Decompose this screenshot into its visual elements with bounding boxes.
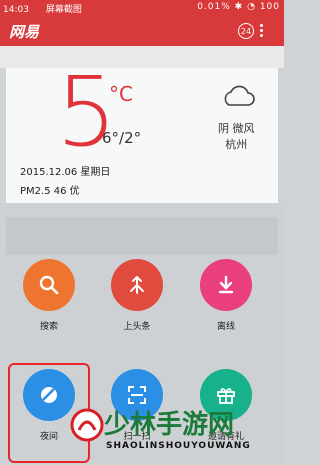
search-icon bbox=[39, 275, 59, 295]
gift-icon bbox=[217, 388, 235, 404]
battery-level: 100 bbox=[259, 2, 280, 12]
search-button[interactable]: 搜索 bbox=[19, 259, 79, 332]
app-logo: 网易 bbox=[9, 23, 40, 41]
tab-strip bbox=[0, 46, 284, 68]
watermark-logo-icon bbox=[70, 408, 104, 442]
merge-arrow-icon bbox=[130, 276, 144, 294]
app-header: 网易 24 bbox=[0, 16, 284, 46]
notification-badge[interactable]: 24 bbox=[238, 23, 254, 39]
temperature-range: 6°/2° bbox=[102, 129, 142, 147]
more-menu-icon[interactable] bbox=[258, 22, 264, 40]
weather-condition: 阴 微风 bbox=[218, 122, 255, 135]
scan-icon bbox=[128, 386, 146, 404]
wifi-icon: ◔ bbox=[247, 2, 256, 12]
screenshot-notice: 屏幕截图 bbox=[45, 5, 82, 15]
weather-card[interactable]: 5 °C 6°/2° 阴 微风 杭州 2015.12.06 星期日 PM2.5 … bbox=[6, 64, 278, 203]
weather-info: 阴 微风 杭州 bbox=[218, 121, 255, 153]
background-banner bbox=[6, 217, 278, 255]
weather-city: 杭州 bbox=[225, 138, 248, 151]
watermark-subtitle: SHAOLINSHOUYOUWANG bbox=[106, 441, 251, 451]
temperature-unit: °C bbox=[109, 82, 133, 106]
cloud-icon bbox=[224, 85, 255, 106]
air-quality: PM2.5 46 优 bbox=[20, 186, 80, 197]
download-icon bbox=[218, 275, 234, 294]
offline-button[interactable]: 离线 bbox=[196, 259, 256, 332]
headline-label: 上头条 bbox=[123, 322, 151, 332]
clock: 14:03 bbox=[3, 5, 29, 15]
search-label: 搜索 bbox=[39, 322, 58, 332]
data-speed: 0.01% bbox=[197, 2, 231, 12]
status-bar: 14:03 屏幕截图 0.01% ✱ ◔ 100 bbox=[0, 0, 284, 16]
headline-button[interactable]: 上头条 bbox=[107, 259, 167, 332]
weather-date: 2015.12.06 星期日 bbox=[20, 167, 111, 178]
watermark-title: 少林手游网 bbox=[104, 410, 235, 440]
offline-label: 离线 bbox=[216, 322, 235, 332]
bluetooth-icon: ✱ bbox=[234, 2, 244, 12]
